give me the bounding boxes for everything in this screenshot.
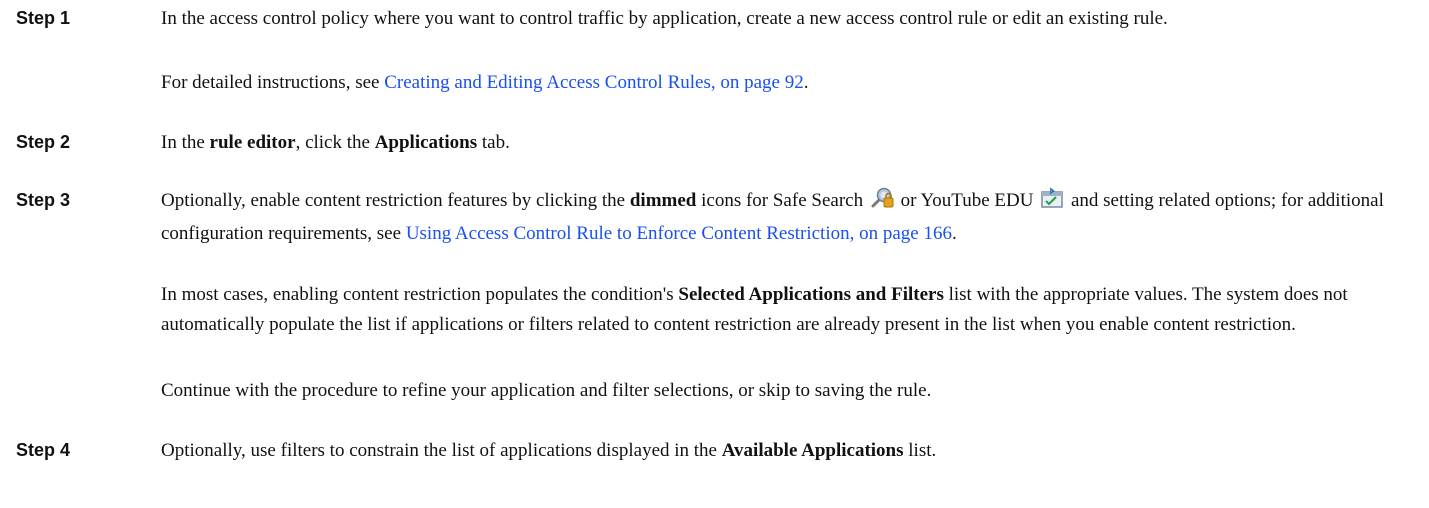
youtube-edu-icon: [1040, 187, 1064, 219]
step-1-instructions: For detailed instructions, see Creating …: [161, 72, 809, 93]
step-2-text: In the rule editor, click the Applicatio…: [161, 132, 510, 153]
step-3-continue: Continue with the procedure to refine yo…: [161, 380, 932, 401]
applications-term: Applications: [374, 132, 478, 153]
selected-apps-filters-term: Selected Applications and Filters: [678, 284, 944, 305]
safe-search-icon: [870, 187, 894, 219]
dimmed-term: dimmed: [629, 190, 697, 211]
enforce-content-restriction-link[interactable]: Using Access Control Rule to Enforce Con…: [406, 223, 952, 244]
step-3-text: Optionally, enable content restriction f…: [161, 186, 1401, 249]
step-3-label: Step 3: [16, 190, 71, 210]
step-2-label: Step 2: [16, 132, 71, 152]
creating-editing-rules-link[interactable]: Creating and Editing Access Control Rule…: [384, 72, 804, 93]
step-1-text: In the access control policy where you w…: [161, 8, 1168, 29]
step-3-note: In most cases, enabling content restrict…: [161, 284, 1348, 335]
step-1-label: Step 1: [16, 8, 71, 28]
available-applications-term: Available Applications: [721, 440, 904, 461]
step-4-text: Optionally, use filters to constrain the…: [161, 440, 937, 461]
document-page: Step 1 In the access control policy wher…: [0, 0, 1429, 508]
step-4-label: Step 4: [16, 440, 71, 460]
rule-editor-term: rule editor: [209, 132, 296, 153]
